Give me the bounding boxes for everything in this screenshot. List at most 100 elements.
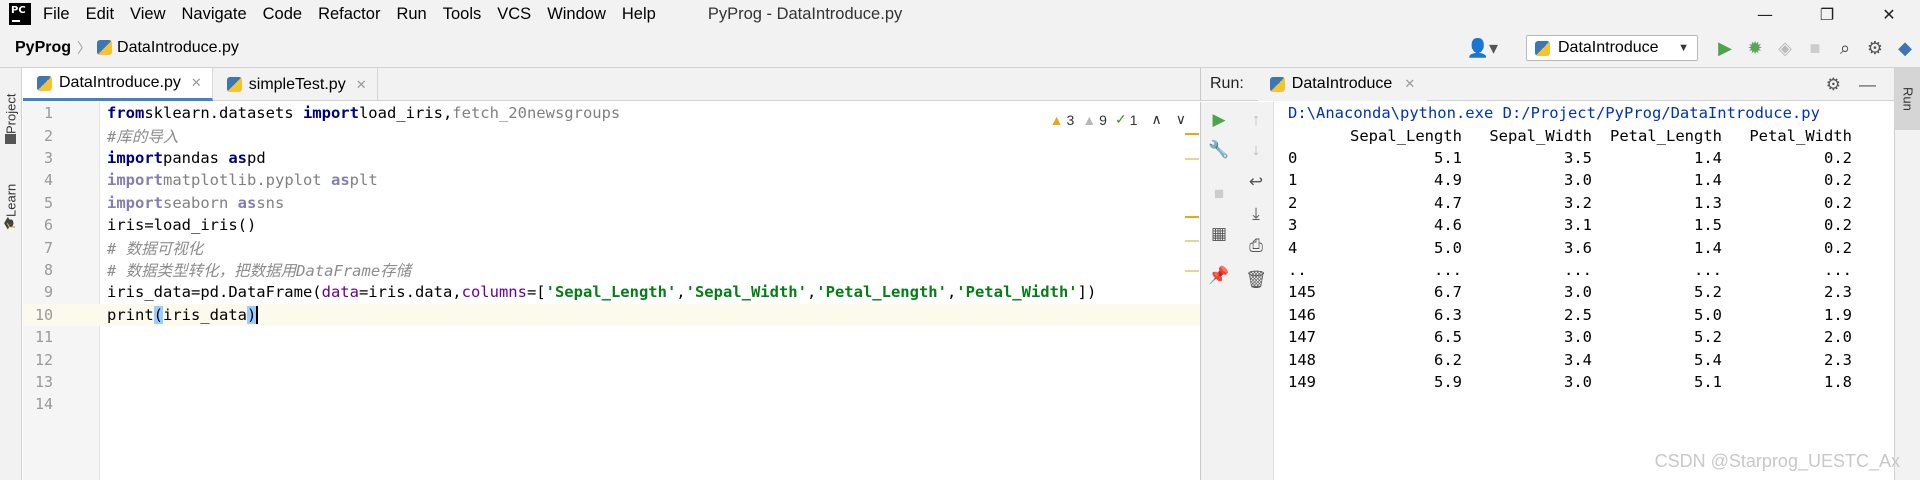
close-window-button[interactable]: ✕ — [1858, 0, 1920, 28]
close-icon[interactable]: ✕ — [191, 75, 202, 91]
coverage-icon[interactable]: ◈ — [1770, 38, 1800, 59]
code-token: import — [302, 104, 359, 123]
stop-icon[interactable]: ■ — [1800, 38, 1830, 59]
menu-view[interactable]: View — [130, 5, 165, 24]
arrow-down-icon[interactable]: ↓ — [1238, 140, 1274, 160]
code-line[interactable]: 9 iris_data=pd.DataFrame(data=iris.data,c… — [23, 281, 1200, 303]
code-line[interactable]: 2 #库的导入 — [23, 124, 1200, 146]
menu-edit[interactable]: Edit — [86, 5, 114, 24]
code-line[interactable]: 11 — [23, 326, 1200, 348]
row-index: 3 — [1288, 216, 1298, 235]
code-text: # 数据可视化 — [107, 237, 203, 259]
run-icon[interactable]: ▶ — [1710, 38, 1740, 59]
code-line[interactable]: 7 # 数据可视化 — [23, 236, 1200, 258]
code-token: as — [237, 193, 257, 212]
code-token: seaborn — [163, 193, 238, 212]
code-text: importpandas aspd — [107, 149, 266, 167]
minimize-button[interactable]: — — [1734, 0, 1796, 28]
code-line[interactable]: 14 — [23, 393, 1200, 415]
search-icon[interactable]: ⌕ — [1830, 38, 1860, 59]
hide-panel-icon[interactable]: — — [1859, 75, 1876, 95]
menu-navigate[interactable]: Navigate — [182, 5, 247, 24]
menu-code[interactable]: Code — [263, 5, 302, 24]
code-line[interactable]: 5 importseaborn assns — [23, 192, 1200, 214]
stop-icon[interactable]: ■ — [1201, 184, 1237, 204]
code-line[interactable]: 8 # 数据类型转化，把数据用DataFrame存储 — [23, 259, 1200, 281]
close-icon[interactable]: ✕ — [356, 77, 367, 93]
code-token: import — [107, 193, 163, 212]
main-menu: File Edit View Navigate Code Refactor Run Tools… — [43, 5, 672, 24]
code-token: pd — [247, 148, 266, 167]
learn-tool-tab[interactable]: 🎓 Learn — [2, 164, 20, 230]
table-cell: 3.0 — [1564, 171, 1592, 190]
menu-window[interactable]: Window — [547, 5, 606, 24]
folder-icon — [5, 134, 17, 144]
menu-file[interactable]: File — [43, 5, 70, 24]
run-tool-tab[interactable]: Run — [1895, 68, 1920, 130]
python-config-icon — [1535, 40, 1550, 56]
code-text: iris_data=pd.DataFrame(data=iris.data,co… — [107, 283, 1096, 301]
settings-gear-icon[interactable]: ⚙ — [1826, 75, 1841, 95]
trash-icon[interactable]: 🗑 — [1238, 270, 1274, 290]
menu-help[interactable]: Help — [622, 5, 656, 24]
rerun-icon[interactable]: ▶ — [1201, 110, 1237, 130]
code-token: 'Sepal_Width' — [685, 283, 807, 302]
code-line[interactable]: 6 iris=load_iris() — [23, 214, 1200, 236]
run-tool-label: Run — [1900, 87, 1916, 111]
code-line[interactable]: 4 importmatplotlib.pyplot asplt — [23, 169, 1200, 191]
code-token: from — [107, 104, 145, 123]
menu-refactor[interactable]: Refactor — [318, 5, 380, 24]
code-token: , — [806, 283, 817, 302]
run-configuration-select[interactable]: DataIntroduce ▼ — [1526, 35, 1698, 61]
plugin-icon[interactable]: ◆ — [1890, 38, 1920, 59]
code-editor[interactable]: ▲ 3 ▲ 9 ✓ 1 ∧ ∨ 1 fromsklearn.datasets impor… — [23, 102, 1200, 480]
code-line[interactable]: 3 importpandas aspd — [23, 147, 1200, 169]
table-cell: ... — [1824, 260, 1852, 279]
user-icon[interactable]: 👤▾ — [1467, 38, 1498, 59]
table-cell: ... — [1434, 260, 1462, 279]
code-line[interactable]: 1 fromsklearn.datasets importload_iris,fe… — [23, 102, 1200, 124]
table-cell: 6.5 — [1434, 328, 1462, 347]
table-cell: 0.2 — [1824, 148, 1852, 167]
layout-icon[interactable]: ▦ — [1201, 224, 1237, 244]
run-console-output[interactable]: D:\Anaconda\python.exe D:/Project/PyProg… — [1274, 102, 1894, 480]
code-token: , — [946, 283, 957, 302]
code-token: =[ — [526, 283, 546, 302]
table-cell: 2.3 — [1824, 350, 1852, 369]
print-icon[interactable]: ⎙ — [1238, 236, 1274, 256]
row-index: 148 — [1288, 350, 1316, 369]
code-token: iris=load_iris() — [107, 216, 257, 235]
code-line[interactable]: 13 — [23, 371, 1200, 393]
run-tab[interactable]: DataIntroduce ✕ — [1257, 67, 1428, 101]
soft-wrap-icon[interactable]: ↩ — [1238, 172, 1274, 192]
python-file-icon — [37, 75, 52, 91]
code-token: #库的导入 — [107, 127, 179, 146]
dataframe-row: 2 4.7 3.2 1.3 0.2 — [1288, 192, 1852, 214]
scroll-to-end-icon[interactable]: ⤓ — [1238, 204, 1274, 224]
table-cell: 0.2 — [1824, 216, 1852, 235]
code-token: ) — [247, 305, 257, 324]
project-tool-label: Project — [3, 93, 19, 134]
debug-icon[interactable]: ✹ — [1740, 38, 1770, 59]
breadcrumb-project[interactable]: PyProg — [15, 39, 71, 57]
table-cell: 1.9 — [1824, 305, 1852, 324]
code-line[interactable]: 12 — [23, 348, 1200, 370]
code-token: import — [107, 148, 163, 167]
arrow-up-icon[interactable]: ↑ — [1238, 110, 1274, 130]
run-command-line: D:\Anaconda\python.exe D:/Project/PyProg… — [1288, 104, 1820, 123]
menu-run[interactable]: Run — [396, 5, 426, 24]
table-cell: 5.9 — [1434, 372, 1462, 391]
close-icon[interactable]: ✕ — [1404, 76, 1415, 92]
breadcrumb-file[interactable]: DataIntroduce.py — [97, 39, 239, 57]
pin-icon[interactable]: 📌 — [1201, 266, 1237, 286]
code-line[interactable]: 10 print(iris_data) — [23, 303, 1200, 326]
settings-gear-icon[interactable]: ⚙ — [1860, 38, 1890, 59]
wrench-icon[interactable]: 🔧 — [1201, 140, 1237, 160]
menu-vcs[interactable]: VCS — [497, 5, 531, 24]
restore-button[interactable]: ❐ — [1796, 0, 1858, 28]
editor-tab[interactable]: simpleTest.py ✕ — [213, 68, 378, 101]
menu-tools[interactable]: Tools — [443, 5, 482, 24]
project-tool-tab[interactable]: Project — [2, 76, 20, 148]
editor-tab[interactable]: DataIntroduce.py ✕ — [23, 68, 213, 101]
navigation-bar: PyProg 〉 DataIntroduce.py 👤▾ DataIntrodu… — [0, 28, 1920, 68]
